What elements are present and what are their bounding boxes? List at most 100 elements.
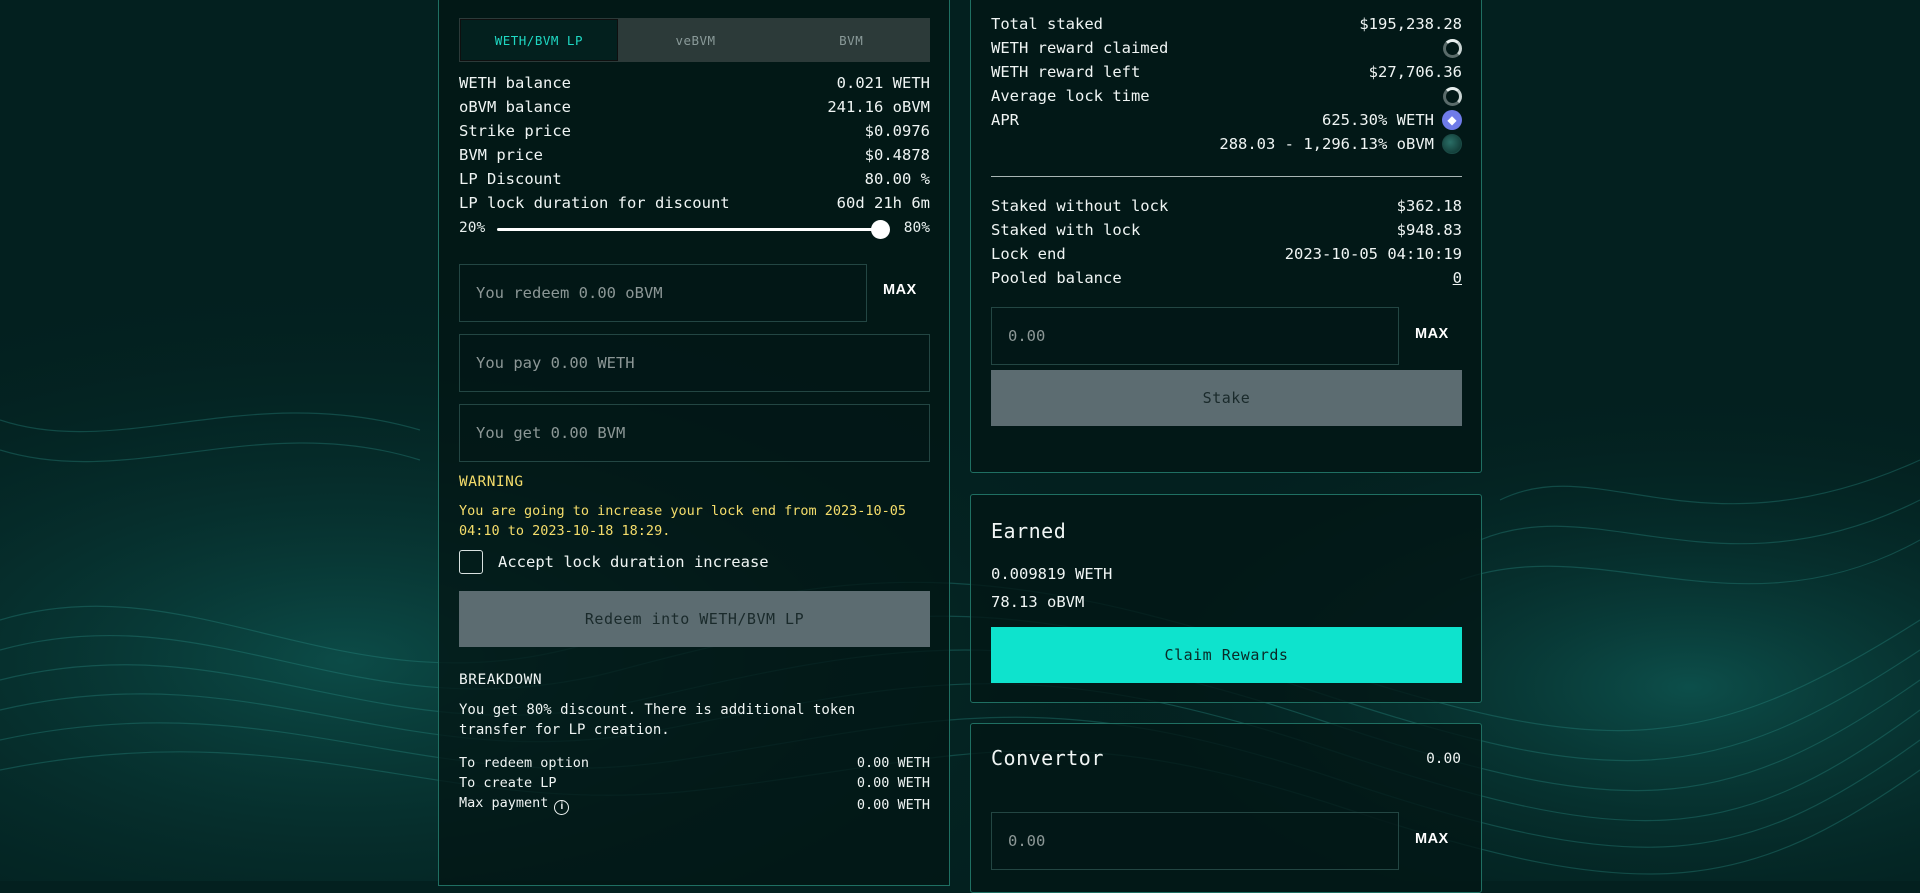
weth-reward-claimed-row: WETH reward claimed [991,37,1462,59]
breakdown-row-max-payment: Max payment i 0.00 WETH [459,795,930,815]
earned-title: Earned [991,519,1067,543]
weth-token-icon: ◆ [1442,110,1462,130]
row-label: Pooled balance [991,269,1122,287]
convertor-balance: 0.00 [1426,751,1461,767]
accept-lock-checkbox-row[interactable]: Accept lock duration increase [459,549,769,575]
total-staked-row: Total staked $195,238.28 [991,13,1462,35]
lp-lock-duration-row: LP lock duration for discount 60d 21h 6m [459,192,930,214]
convertor-amount-input[interactable]: 0.00 [991,812,1399,870]
row-value: $362.18 [1396,197,1462,215]
row-label: APR [991,111,1019,129]
staked-with-lock-row: Staked with lock $948.83 [991,219,1462,241]
row-label: WETH balance [459,74,571,92]
accept-lock-checkbox[interactable] [459,550,483,574]
strike-price-row: Strike price $0.0976 [459,120,930,142]
apr-obvm-value: 288.03 - 1,296.13% oBVM [1219,135,1434,153]
claim-rewards-button[interactable]: Claim Rewards [991,627,1462,683]
row-value: 60d 21h 6m [836,194,930,212]
redeem-button[interactable]: Redeem into WETH/BVM LP [459,591,930,647]
bvm-price-row: BVM price $0.4878 [459,144,930,166]
lp-discount-row: LP Discount 80.00 % [459,168,930,190]
row-value: 288.03 - 1,296.13% oBVM [1219,134,1462,154]
row-label: BVM price [459,146,543,164]
convertor-panel: Convertor 0.00 0.00 MAX [970,723,1482,893]
row-value: $0.4878 [864,146,930,164]
average-lock-time-row: Average lock time [991,85,1462,107]
tab-weth-bvm-lp[interactable]: WETH/BVM LP [460,19,618,61]
earned-panel: Earned 0.009819 WETH 78.13 oBVM Claim Re… [970,494,1482,703]
row-label: WETH reward claimed [991,39,1169,57]
row-label: oBVM balance [459,98,571,116]
row-value: 0.00 WETH [856,797,930,813]
row-value: 0.021 WETH [836,74,930,92]
pay-amount-input[interactable]: You pay 0.00 WETH [459,334,930,392]
row-value: 625.30% WETH ◆ [1322,110,1462,130]
warning-text: You are going to increase your lock end … [459,503,907,539]
row-value: $948.83 [1396,221,1462,239]
discount-slider[interactable]: 20% 80% [459,218,930,240]
row-label: WETH reward left [991,63,1141,81]
breakdown-row-create-lp: To create LP 0.00 WETH [459,774,930,792]
row-label: Staked with lock [991,221,1141,239]
breakdown-title: BREAKDOWN [459,672,543,688]
tab-vebvm[interactable]: veBVM [618,19,774,61]
info-icon[interactable]: i [554,800,570,815]
divider [991,176,1462,177]
staking-panel: Total staked $195,238.28 WETH reward cla… [970,0,1482,473]
row-value: 80.00 % [864,170,930,188]
apr-row: APR 625.30% WETH ◆ [991,109,1462,131]
convertor-title: Convertor [991,746,1104,770]
lock-end-row: Lock end 2023-10-05 04:10:19 [991,243,1462,265]
breakdown-text: You get 80% discount. There is additiona… [459,702,856,738]
redeem-amount-input[interactable]: You redeem 0.00 oBVM [459,264,867,322]
earned-obvm: 78.13 oBVM [991,593,1085,611]
row-value: 241.16 oBVM [827,98,930,116]
row-value [1443,38,1462,58]
slider-max-label: 80% [903,220,930,236]
accept-lock-label[interactable]: Accept lock duration increase [498,553,769,571]
row-label: LP Discount [459,170,562,188]
row-label: To redeem option [459,755,590,771]
row-label: Lock end [991,245,1066,263]
row-label: LP lock duration for discount [459,194,730,212]
redeem-tabs: WETH/BVM LP veBVM BVM [459,18,930,62]
warning-title: WARNING [459,474,524,490]
slider-min-label: 20% [459,220,486,236]
stake-button[interactable]: Stake [991,370,1462,426]
obvm-balance-row: oBVM balance 241.16 oBVM [459,96,930,118]
row-label: Strike price [459,122,571,140]
row-label: Staked without lock [991,197,1169,215]
weth-balance-row: WETH balance 0.021 WETH [459,72,930,94]
apr-obvm-row: 288.03 - 1,296.13% oBVM [991,133,1462,155]
row-value: 0.00 WETH [856,775,930,791]
stake-amount-input[interactable]: 0.00 [991,307,1399,365]
row-value: 2023-10-05 04:10:19 [1284,245,1462,263]
row-value: $195,238.28 [1359,15,1462,33]
row-label: Total staked [991,15,1103,33]
pooled-balance-row: Pooled balance 0 [991,267,1462,289]
row-label: Max payment [459,795,549,811]
stake-max-button[interactable]: MAX [1415,326,1449,342]
get-amount-input[interactable]: You get 0.00 BVM [459,404,930,462]
staked-without-lock-row: Staked without lock $362.18 [991,195,1462,217]
row-value: $0.0976 [864,122,930,140]
slider-track[interactable] [497,228,880,231]
breakdown-row-redeem-option: To redeem option 0.00 WETH [459,754,930,772]
tab-bvm[interactable]: BVM [773,19,929,61]
apr-weth-value: 625.30% WETH [1322,111,1434,129]
row-label-group: Max payment i [459,795,570,815]
row-value: 0.00 WETH [856,755,930,771]
loading-spinner-icon [1443,38,1462,58]
row-value [1443,86,1462,106]
convertor-max-button[interactable]: MAX [1415,831,1449,847]
pooled-balance-link[interactable]: 0 [1453,269,1462,287]
row-label: To create LP [459,775,557,791]
obvm-token-icon [1442,134,1462,154]
redeem-panel: WETH/BVM LP veBVM BVM WETH balance 0.021… [438,0,950,886]
slider-handle[interactable] [871,220,890,239]
redeem-max-button[interactable]: MAX [883,282,917,298]
row-value: $27,706.36 [1368,63,1462,81]
weth-reward-left-row: WETH reward left $27,706.36 [991,61,1462,83]
loading-spinner-icon [1443,86,1462,106]
earned-weth: 0.009819 WETH [991,565,1113,583]
